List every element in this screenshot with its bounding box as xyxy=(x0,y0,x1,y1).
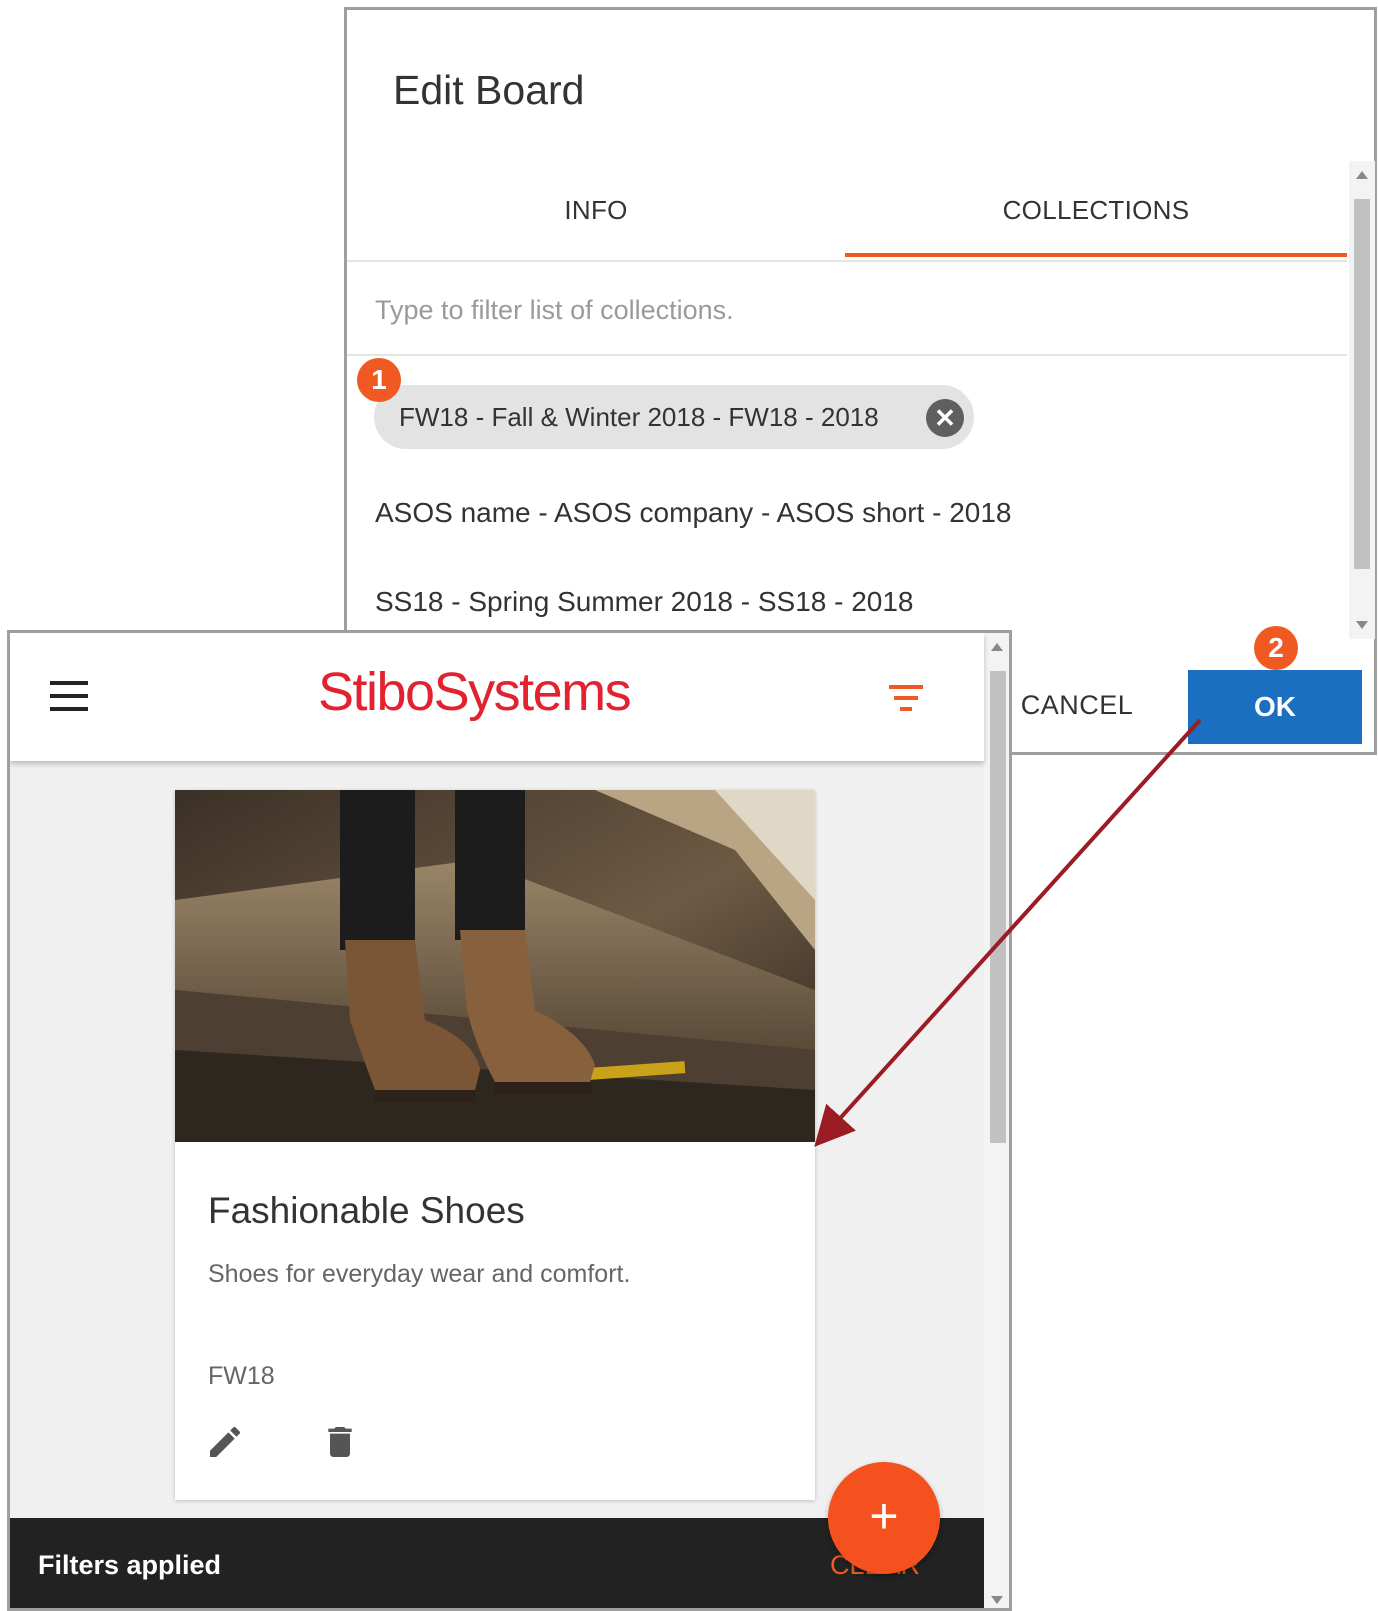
tab-info[interactable]: INFO xyxy=(347,160,845,260)
app-header: StiboSystems xyxy=(10,633,984,761)
ok-button[interactable]: OK xyxy=(1188,670,1362,744)
scrollbar-thumb[interactable] xyxy=(1354,199,1370,569)
selected-collection-chip[interactable]: FW18 - Fall & Winter 2018 - FW18 - 2018 … xyxy=(374,385,974,449)
board-card[interactable]: Fashionable Shoes Shoes for everyday wea… xyxy=(175,790,815,1500)
callout-badge-1: 1 xyxy=(357,358,401,402)
scroll-up-arrow-icon[interactable] xyxy=(1356,171,1368,179)
scroll-down-arrow-icon[interactable] xyxy=(1356,621,1368,629)
callout-badge-2: 2 xyxy=(1254,626,1298,670)
scrollbar-thumb[interactable] xyxy=(990,671,1006,1143)
tabs-divider xyxy=(347,260,1347,262)
tab-collections[interactable]: COLLECTIONS xyxy=(845,160,1347,260)
collection-option-asos[interactable]: ASOS name - ASOS company - ASOS short - … xyxy=(375,497,1012,529)
board-cover-image xyxy=(175,790,815,1142)
filter-divider xyxy=(347,354,1347,356)
board-collection-tag: FW18 xyxy=(208,1362,275,1390)
cancel-button[interactable]: CANCEL xyxy=(1007,675,1147,735)
app-scrollbar[interactable] xyxy=(984,633,1009,1608)
dialog-scrollbar[interactable] xyxy=(1349,161,1375,639)
stibo-logo: StiboSystems xyxy=(318,662,632,722)
active-tab-indicator xyxy=(845,253,1347,257)
snackbar-message: Filters applied xyxy=(38,1550,222,1580)
delete-trash-icon[interactable] xyxy=(320,1422,360,1462)
collection-option-ss18[interactable]: SS18 - Spring Summer 2018 - SS18 - 2018 xyxy=(375,586,914,618)
dialog-title: Edit Board xyxy=(393,67,585,113)
collection-filter-input[interactable] xyxy=(375,285,1335,335)
chip-label: FW18 - Fall & Winter 2018 - FW18 - 2018 xyxy=(399,401,879,432)
add-board-fab[interactable]: + xyxy=(828,1462,940,1574)
scroll-up-arrow-icon[interactable] xyxy=(991,643,1003,651)
chip-remove-icon[interactable]: ✕ xyxy=(926,399,964,437)
scroll-down-arrow-icon[interactable] xyxy=(991,1596,1003,1604)
filter-icon[interactable] xyxy=(886,685,926,715)
boards-app-window: StiboSystems Fashionable Shoes Shoes for… xyxy=(7,630,1012,1611)
hamburger-menu-icon[interactable] xyxy=(50,681,88,711)
board-description: Shoes for everyday wear and comfort. xyxy=(208,1260,631,1288)
board-title: Fashionable Shoes xyxy=(208,1190,525,1231)
edit-pencil-icon[interactable] xyxy=(205,1422,245,1462)
